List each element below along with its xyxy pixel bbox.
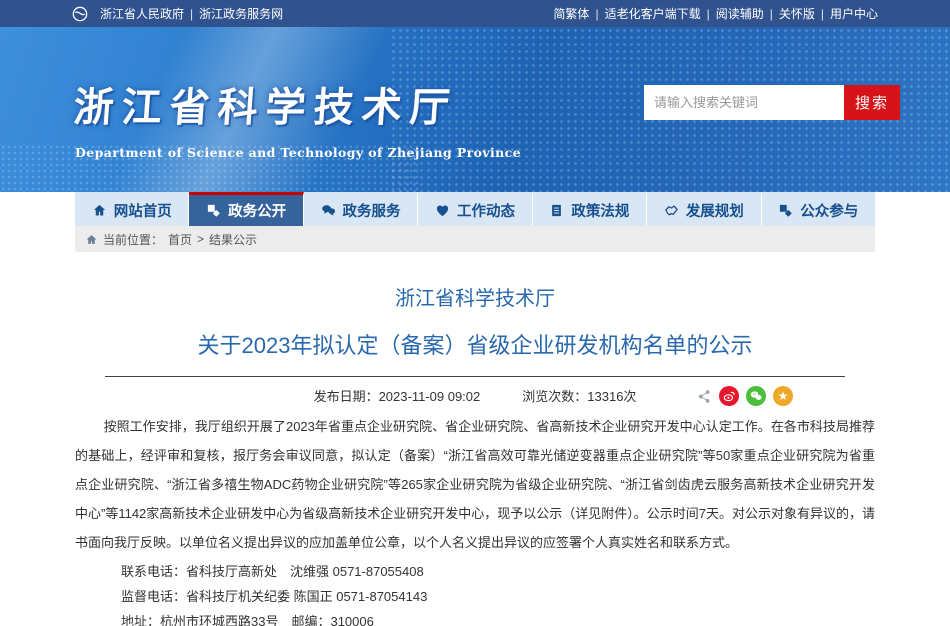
nav-item-home[interactable]: 网站首页 bbox=[75, 192, 189, 226]
top-utility-bar: 浙江省人民政府 | 浙江政务服务网 简繁体 | 适老化客户端下载 | 阅读辅助 … bbox=[0, 0, 950, 27]
view-count-value: 13316次 bbox=[587, 389, 636, 404]
nav-item-public-participation[interactable]: 公众参与 bbox=[762, 192, 875, 226]
contact-block: 联系电话：省科技厅高新处 沈维强 0571-87055408 监督电话：省科技厅… bbox=[75, 559, 875, 626]
address-line: 地址：杭州市环城西路33号 邮编：310006 bbox=[121, 609, 875, 626]
separator: | bbox=[821, 7, 824, 21]
link-elderly-client-download[interactable]: 适老化客户端下载 bbox=[605, 5, 701, 22]
wechat-share-icon[interactable] bbox=[746, 386, 766, 406]
nav-label: 政务服务 bbox=[343, 200, 401, 221]
topbar-right: 简繁体 | 适老化客户端下载 | 阅读辅助 | 关怀版 | 用户中心 bbox=[553, 5, 878, 22]
link-zj-service[interactable]: 浙江政务服务网 bbox=[199, 5, 283, 22]
search-button[interactable]: 搜索 bbox=[844, 85, 900, 120]
link-zj-gov[interactable]: 浙江省人民政府 bbox=[100, 5, 184, 22]
government-logo-icon bbox=[72, 6, 88, 22]
share-bar: ★ bbox=[696, 386, 793, 406]
home-small-icon bbox=[85, 233, 98, 246]
article-title-line2: 关于2023年拟认定（备案）省级企业研发机构名单的公示 bbox=[75, 328, 875, 360]
breadcrumb-home[interactable]: 首页 bbox=[168, 231, 192, 248]
nav-item-policies[interactable]: 政策法规 bbox=[533, 192, 647, 226]
publish-date-label: 发布日期： bbox=[314, 389, 379, 404]
star-glyph: ★ bbox=[778, 390, 789, 402]
separator: | bbox=[707, 7, 710, 21]
breadcrumb-wrap: 当前位置： 首页 > 结果公示 bbox=[75, 226, 875, 252]
share-icon[interactable] bbox=[696, 388, 712, 404]
article-title-line1: 浙江省科学技术厅 bbox=[75, 282, 875, 311]
qzone-share-icon[interactable]: ★ bbox=[773, 386, 793, 406]
topbar-left: 浙江省人民政府 | 浙江政务服务网 bbox=[72, 5, 283, 22]
breadcrumb-prefix: 当前位置： bbox=[103, 231, 163, 248]
separator: | bbox=[595, 7, 598, 21]
document-icon bbox=[549, 203, 564, 218]
separator: | bbox=[770, 7, 773, 21]
contact-phone: 联系电话：省科技厅高新处 沈维强 0571-87055408 bbox=[121, 559, 875, 584]
weibo-share-icon[interactable] bbox=[719, 386, 739, 406]
nav-label: 政务公开 bbox=[228, 200, 286, 221]
publish-date: 发布日期：2023-11-09 09:02 bbox=[314, 386, 481, 405]
search-input[interactable] bbox=[644, 85, 844, 120]
nav-label: 政策法规 bbox=[571, 200, 629, 221]
site-subtitle-en: Department of Science and Technology of … bbox=[75, 145, 521, 160]
home-icon bbox=[92, 203, 107, 218]
view-count: 浏览次数：13316次 bbox=[522, 386, 636, 405]
title-divider bbox=[105, 376, 845, 377]
main-nav: 网站首页 政务公开 政务服务 工作动态 政策法规 bbox=[75, 192, 875, 226]
nav-item-gov-services[interactable]: 政务服务 bbox=[304, 192, 418, 226]
site-title: 浙江省科学技术厅 bbox=[72, 75, 460, 133]
nav-item-development-plans[interactable]: 发展规划 bbox=[647, 192, 761, 226]
nav-label: 发展规划 bbox=[686, 200, 744, 221]
nav-label: 公众参与 bbox=[800, 200, 858, 221]
nav-item-work-news[interactable]: 工作动态 bbox=[418, 192, 532, 226]
breadcrumb: 当前位置： 首页 > 结果公示 bbox=[75, 226, 875, 252]
link-simplified-traditional[interactable]: 简繁体 bbox=[553, 5, 589, 22]
link-reading-assist[interactable]: 阅读辅助 bbox=[716, 5, 764, 22]
supervision-phone: 监督电话：省科技厅机关纪委 陈国正 0571-87054143 bbox=[121, 584, 875, 609]
nav-label: 网站首页 bbox=[114, 200, 172, 221]
breadcrumb-current: 结果公示 bbox=[209, 231, 257, 248]
link-care-version[interactable]: 关怀版 bbox=[779, 5, 815, 22]
nav-label: 工作动态 bbox=[457, 200, 515, 221]
article-meta-row: 发布日期：2023-11-09 09:02 浏览次数：13316次 bbox=[75, 386, 875, 405]
nav-item-gov-disclosure[interactable]: 政务公开 bbox=[189, 192, 303, 226]
link-user-center[interactable]: 用户中心 bbox=[830, 5, 878, 22]
site-search: 搜索 bbox=[644, 85, 900, 120]
separator: | bbox=[190, 7, 193, 21]
heart-icon bbox=[435, 203, 450, 218]
article-body: 按照工作安排，我厅组织开展了2023年省重点企业研究院、省企业研究院、省高新技术… bbox=[75, 412, 875, 557]
main-nav-wrap: 网站首页 政务公开 政务服务 工作动态 政策法规 bbox=[0, 192, 950, 226]
disclosure-icon bbox=[206, 203, 221, 218]
publish-date-value: 2023-11-09 09:02 bbox=[379, 389, 481, 404]
article-content: 浙江省科学技术厅 关于2023年拟认定（备案）省级企业研发机构名单的公示 发布日… bbox=[75, 252, 875, 626]
participation-icon bbox=[778, 203, 793, 218]
site-banner: 浙江省科学技术厅 Department of Science and Techn… bbox=[0, 27, 950, 192]
service-chat-icon bbox=[321, 203, 336, 218]
view-count-label: 浏览次数： bbox=[522, 389, 587, 404]
breadcrumb-separator: > bbox=[197, 232, 204, 246]
handshake-icon bbox=[664, 203, 679, 218]
